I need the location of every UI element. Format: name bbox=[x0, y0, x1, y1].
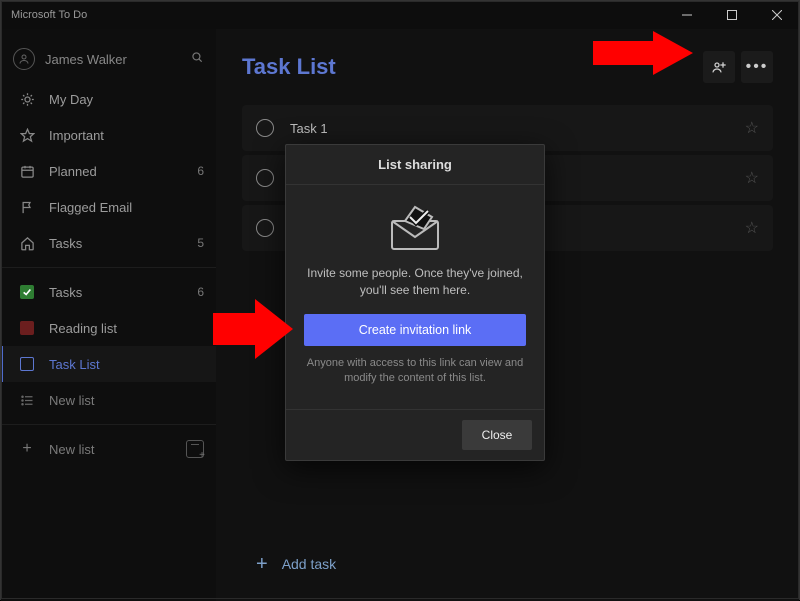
star-icon[interactable]: ☆ bbox=[745, 168, 759, 188]
new-list-label: New list bbox=[49, 442, 186, 457]
account-row[interactable]: James Walker bbox=[1, 37, 216, 81]
add-task-label: Add task bbox=[282, 556, 336, 572]
new-group-icon[interactable] bbox=[186, 440, 204, 458]
calendar-icon bbox=[17, 164, 37, 179]
share-dialog: List sharing Invite some people. Once th… bbox=[285, 144, 545, 461]
sidebar-item-label: Tasks bbox=[49, 285, 197, 300]
dialog-title: List sharing bbox=[286, 145, 544, 185]
home-icon bbox=[17, 236, 37, 251]
share-list-button[interactable] bbox=[703, 51, 735, 83]
user-name: James Walker bbox=[45, 52, 190, 67]
sidebar-item-label: Reading list bbox=[49, 321, 204, 336]
minimize-button[interactable] bbox=[664, 1, 709, 29]
sidebar-item-important[interactable]: Important bbox=[1, 117, 216, 153]
square-icon bbox=[17, 321, 37, 335]
complete-circle-icon[interactable] bbox=[256, 169, 274, 187]
sidebar-list-task-list[interactable]: Task List bbox=[1, 346, 216, 382]
star-icon[interactable]: ☆ bbox=[745, 218, 759, 238]
plus-icon: + bbox=[256, 553, 268, 576]
complete-circle-icon[interactable] bbox=[256, 119, 274, 137]
sidebar-item-label: Important bbox=[49, 128, 204, 143]
sidebar-item-label: Planned bbox=[49, 164, 197, 179]
flag-icon bbox=[17, 200, 37, 215]
titlebar: Microsoft To Do bbox=[1, 1, 799, 29]
sun-icon bbox=[17, 92, 37, 107]
check-square-icon bbox=[17, 285, 37, 299]
nav-count: 6 bbox=[197, 285, 204, 299]
sidebar-item-label: New list bbox=[49, 393, 204, 408]
list-icon bbox=[17, 393, 37, 408]
content-header: Task List ••• bbox=[242, 51, 773, 83]
sidebar-item-tasks[interactable]: Tasks 5 bbox=[1, 225, 216, 261]
more-options-button[interactable]: ••• bbox=[741, 51, 773, 83]
sidebar-separator bbox=[1, 267, 216, 268]
sidebar-item-planned[interactable]: Planned 6 bbox=[1, 153, 216, 189]
sidebar-list-new[interactable]: New list bbox=[1, 382, 216, 418]
sidebar-item-label: Task List bbox=[49, 357, 204, 372]
list-icon bbox=[17, 357, 37, 371]
app-title: Microsoft To Do bbox=[11, 9, 87, 21]
sidebar-list-reading[interactable]: Reading list bbox=[1, 310, 216, 346]
annotation-arrow-icon bbox=[213, 299, 293, 359]
sidebar-item-my-day[interactable]: My Day bbox=[1, 81, 216, 117]
dialog-subtext: Anyone with access to this link can view… bbox=[304, 356, 526, 387]
add-task-button[interactable]: + Add task bbox=[242, 539, 773, 589]
plus-icon: + bbox=[17, 440, 37, 458]
task-title: Task 1 bbox=[290, 121, 745, 136]
sidebar-list-tasks[interactable]: Tasks 6 bbox=[1, 274, 216, 310]
nav-count: 6 bbox=[197, 164, 204, 178]
new-list-button[interactable]: + New list bbox=[1, 431, 216, 467]
sidebar-separator bbox=[1, 424, 216, 425]
sidebar-item-label: My Day bbox=[49, 92, 204, 107]
annotation-arrow-icon bbox=[593, 31, 693, 81]
sidebar-item-flagged[interactable]: Flagged Email bbox=[1, 189, 216, 225]
sidebar-item-label: Tasks bbox=[49, 236, 197, 251]
star-icon bbox=[17, 128, 37, 143]
complete-circle-icon[interactable] bbox=[256, 219, 274, 237]
search-icon[interactable] bbox=[190, 50, 204, 69]
sidebar: James Walker My Day Important Planned 6 bbox=[1, 29, 216, 601]
dialog-text: Invite some people. Once they've joined,… bbox=[304, 265, 526, 300]
close-button[interactable]: Close bbox=[462, 420, 532, 450]
maximize-button[interactable] bbox=[709, 1, 754, 29]
close-window-button[interactable] bbox=[754, 1, 799, 29]
star-icon[interactable]: ☆ bbox=[745, 118, 759, 138]
share-illustration-icon bbox=[380, 203, 450, 253]
sidebar-item-label: Flagged Email bbox=[49, 200, 204, 215]
nav-count: 5 bbox=[197, 236, 204, 250]
create-invitation-link-button[interactable]: Create invitation link bbox=[304, 314, 526, 346]
ellipsis-icon: ••• bbox=[746, 58, 769, 76]
avatar-icon bbox=[13, 48, 35, 70]
